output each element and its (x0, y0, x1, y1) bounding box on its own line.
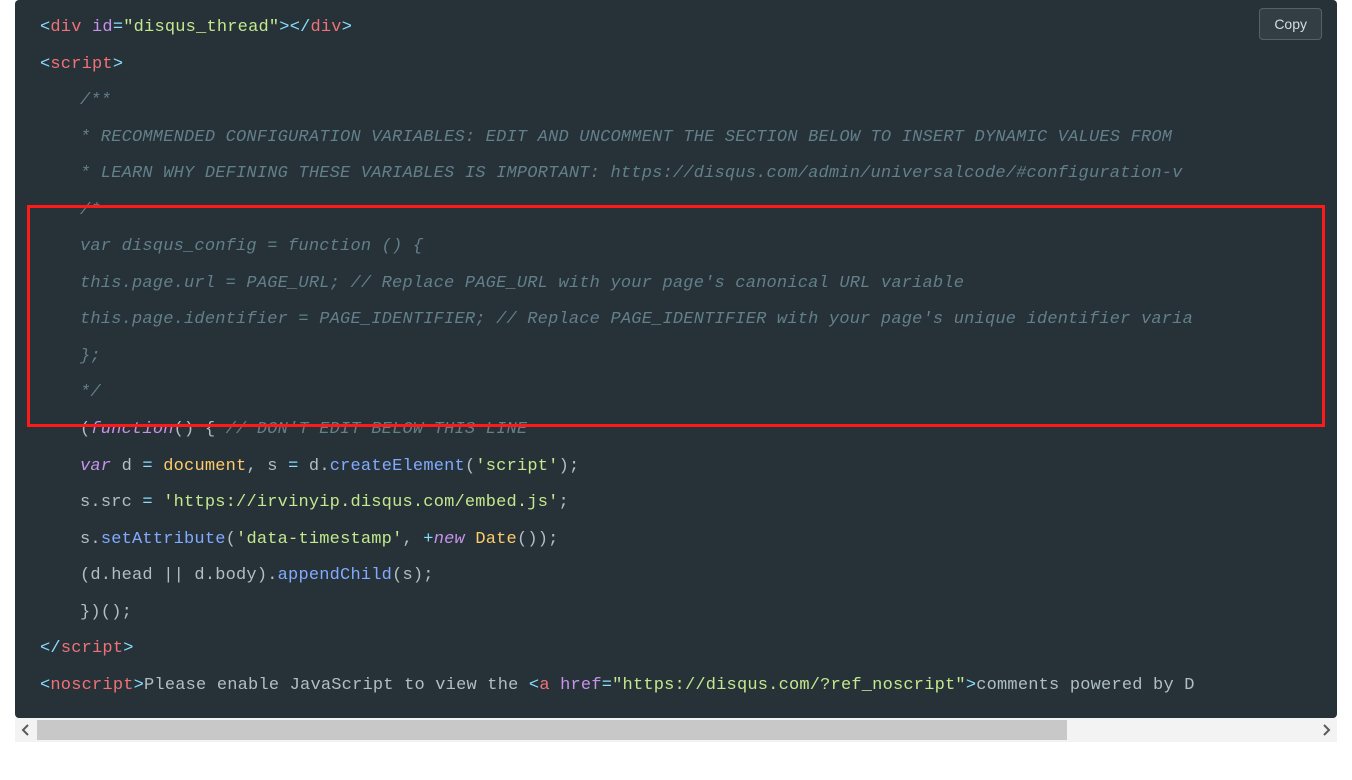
code-comment: var disqus_config = function () { (40, 229, 1312, 266)
code-comment: }; (40, 339, 1312, 376)
code-line: s.setAttribute('data-timestamp', +new Da… (40, 522, 1312, 559)
code-comment: this.page.identifier = PAGE_IDENTIFIER; … (40, 302, 1312, 339)
code-line: })(); (40, 595, 1312, 632)
code-line: var d = document, s = d.createElement('s… (40, 449, 1312, 486)
horizontal-scrollbar[interactable] (15, 718, 1337, 742)
scroll-left-arrow-icon[interactable] (15, 718, 37, 742)
code-comment: this.page.url = PAGE_URL; // Replace PAG… (40, 266, 1312, 303)
code-comment: * RECOMMENDED CONFIGURATION VARIABLES: E… (40, 120, 1312, 157)
code-comment: /* (40, 193, 1312, 230)
copy-button[interactable]: Copy (1259, 8, 1322, 40)
code-line: <div id="disqus_thread"></div> (40, 10, 1312, 47)
code-comment: * LEARN WHY DEFINING THESE VARIABLES IS … (40, 156, 1312, 193)
code-line: s.src = 'https://irvinyip.disqus.com/emb… (40, 485, 1312, 522)
code-line: <noscript>Please enable JavaScript to vi… (40, 668, 1312, 705)
scroll-right-arrow-icon[interactable] (1315, 718, 1337, 742)
scrollbar-track[interactable] (37, 718, 1315, 742)
code-block: Copy <div id="disqus_thread"></div> <scr… (15, 0, 1337, 718)
code-line: (function() { // DON'T EDIT BELOW THIS L… (40, 412, 1312, 449)
scrollbar-thumb[interactable] (37, 720, 1067, 740)
code-line: (d.head || d.body).appendChild(s); (40, 558, 1312, 595)
code-line: </script> (40, 631, 1312, 668)
code-block-wrapper: Copy <div id="disqus_thread"></div> <scr… (15, 0, 1337, 742)
code-comment: */ (40, 375, 1312, 412)
code-content[interactable]: <div id="disqus_thread"></div> <script> … (15, 0, 1337, 718)
code-comment: /** (40, 83, 1312, 120)
code-line: <script> (40, 47, 1312, 84)
